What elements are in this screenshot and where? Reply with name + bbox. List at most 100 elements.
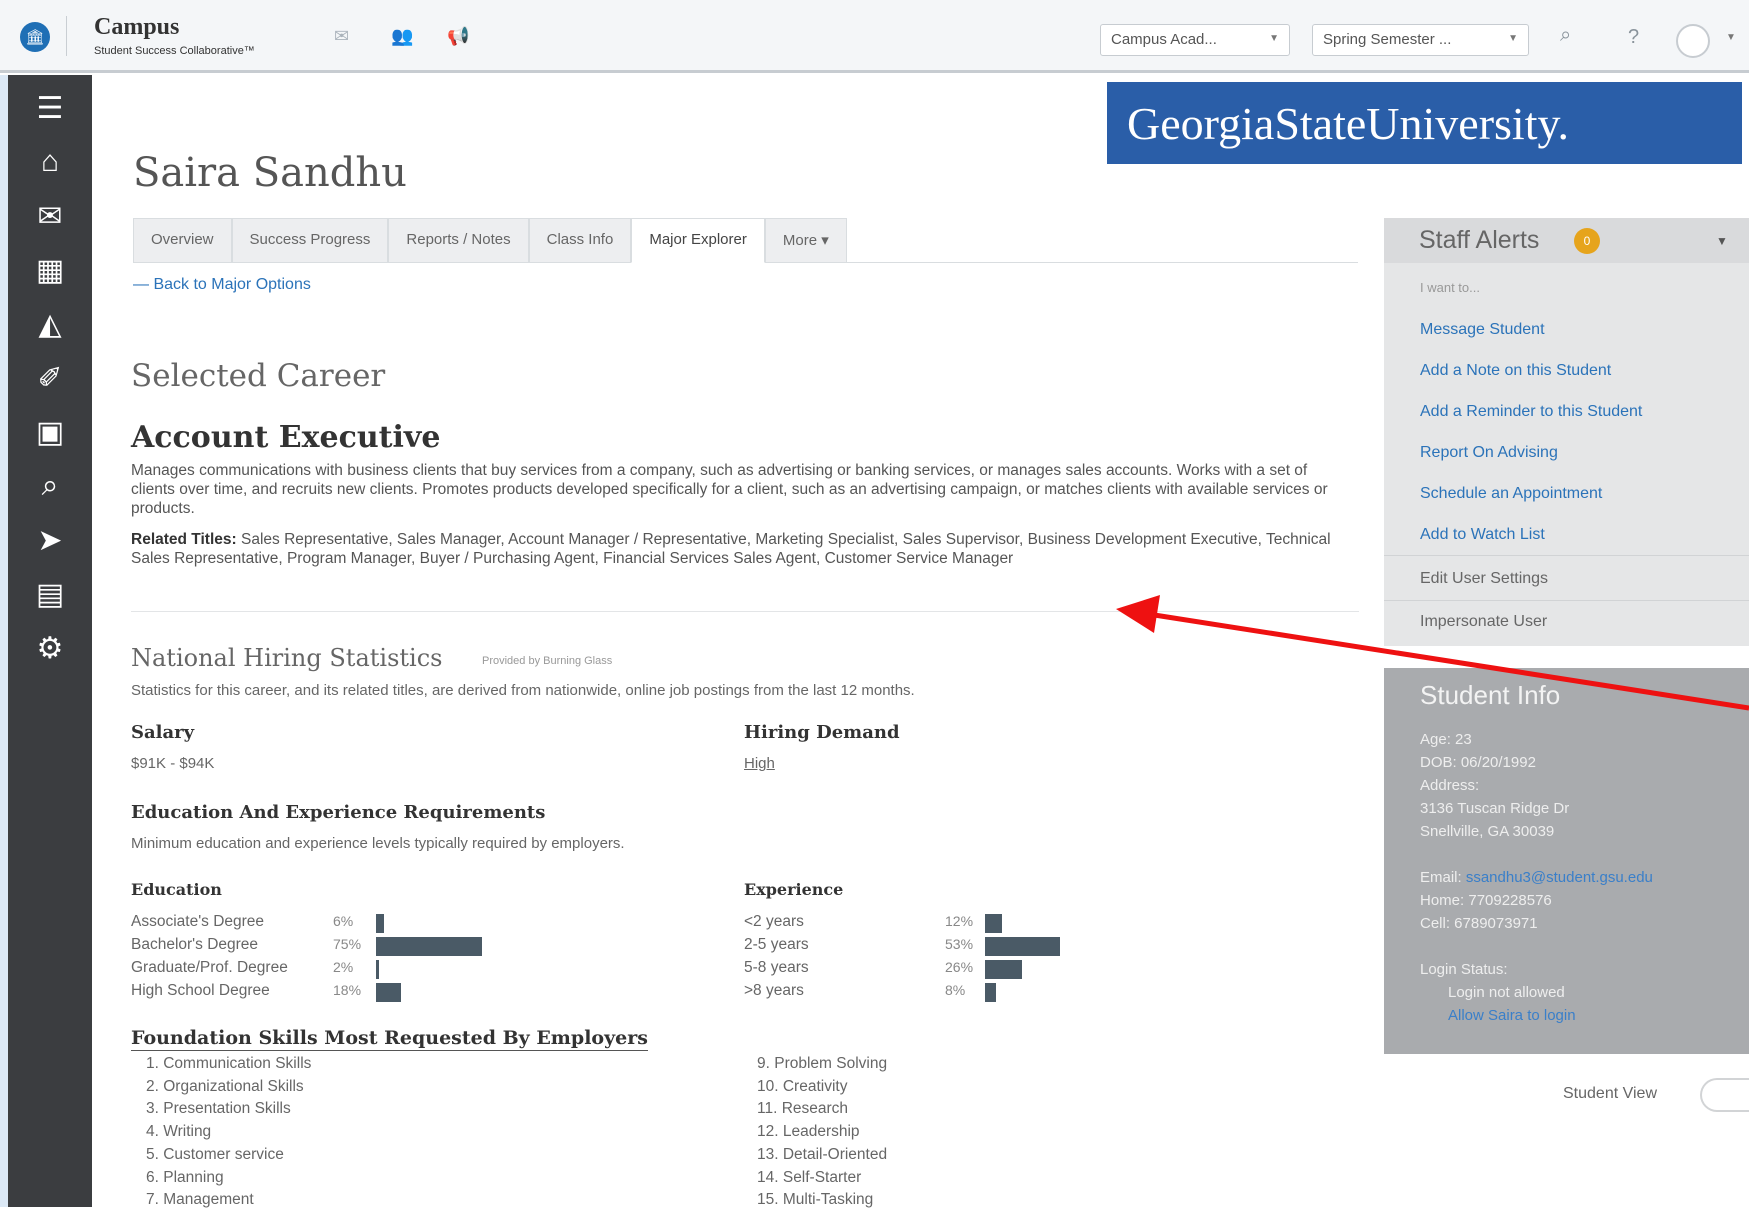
avatar[interactable] (1676, 24, 1710, 58)
list-icon[interactable]: ▤ (8, 569, 92, 619)
email-link[interactable]: ssandhu3@student.gsu.edu (1466, 869, 1653, 886)
tab-success-progress[interactable]: Success Progress (231, 218, 389, 262)
tab-bar: Overview Success Progress Reports / Note… (133, 218, 1358, 263)
chevron-down-icon[interactable]: ▼ (1716, 234, 1728, 248)
address-line-2: Snellville, GA 30039 (1420, 823, 1555, 840)
add-note-link[interactable]: Add a Note on this Student (1420, 362, 1611, 380)
add-reminder-link[interactable]: Add a Reminder to this Student (1420, 403, 1642, 421)
experience-label: Experience (744, 880, 844, 899)
chevron-down-icon[interactable]: ▼ (1726, 32, 1736, 43)
hiring-demand-label: Hiring Demand (744, 722, 900, 743)
related-titles-label: Related Titles: (131, 531, 237, 548)
login-status-label: Login Status: (1420, 961, 1508, 978)
book-icon[interactable]: ▣ (8, 407, 92, 457)
education-row-label: High School Degree (131, 982, 270, 999)
left-skill-item: 1. Communication Skills (146, 1055, 312, 1072)
term-select[interactable]: Spring Semester ... ▼ (1312, 24, 1529, 56)
mail-icon[interactable]: ✉ (334, 26, 349, 47)
tab-major-explorer[interactable]: Major Explorer (631, 218, 765, 263)
chevron-down-icon: ▼ (1269, 33, 1279, 44)
mail-icon[interactable]: ✉ (8, 191, 92, 241)
institution-select-value: Campus Acad... (1111, 31, 1217, 48)
divider (66, 16, 67, 56)
hiring-demand-value[interactable]: High (744, 755, 775, 772)
campus-logo-icon[interactable]: 🏛 (20, 22, 50, 52)
experience-row-label: 2-5 years (744, 936, 809, 953)
home-icon[interactable]: ⌂ (8, 137, 92, 187)
message-student-link[interactable]: Message Student (1420, 321, 1545, 339)
left-skill-item: 4. Writing (146, 1123, 212, 1141)
frame-edge (0, 75, 8, 1207)
tab-more[interactable]: More ▾ (764, 218, 847, 262)
tab-reports-notes[interactable]: Reports / Notes (388, 218, 529, 262)
login-status-value: Login not allowed (1448, 984, 1565, 1001)
education-bar (376, 960, 379, 979)
related-titles: Related Titles: Sales Representative, Sa… (131, 530, 1351, 568)
chevron-down-icon: ▼ (1508, 33, 1518, 44)
brand-subtitle: Student Success Collaborative™ (94, 45, 255, 57)
left-skill-item: 3. Presentation Skills (146, 1100, 291, 1118)
address-label: Address: (1420, 777, 1480, 794)
experience-row-percent: 8% (945, 982, 966, 998)
right-skill-item: 11. Research (757, 1100, 849, 1118)
student-email: Email: ssandhu3@student.gsu.edu (1420, 869, 1653, 886)
experience-row-percent: 26% (945, 959, 974, 975)
alerts-count-badge: 0 (1574, 228, 1600, 254)
add-to-watch-list-link[interactable]: Add to Watch List (1420, 526, 1545, 544)
experience-row-label: >8 years (744, 982, 804, 999)
career-title: Account Executive (131, 420, 441, 455)
experience-bar (985, 937, 1060, 956)
left-skill-item: 5. Customer service (146, 1145, 284, 1163)
report-on-advising-link[interactable]: Report On Advising (1420, 444, 1558, 462)
tab-overview[interactable]: Overview (133, 218, 232, 262)
education-row-percent: 18% (333, 982, 362, 998)
reports-icon[interactable]: ◭ (8, 299, 92, 349)
staff-alerts-panel: Staff Alerts 0 ▼ I want to... Message St… (1384, 218, 1749, 646)
brand-title: Campus (94, 14, 180, 40)
experience-row-label: 5-8 years (744, 959, 809, 976)
selected-career-heading: Selected Career (131, 358, 386, 394)
related-titles-text: Sales Representative, Sales Manager, Acc… (131, 531, 1331, 567)
gear-icon[interactable]: ⚙ (8, 623, 92, 673)
foundation-skills-heading: Foundation Skills Most Requested By Empl… (131, 1027, 648, 1051)
right-skill-item: 15. Multi-Tasking (757, 1191, 874, 1209)
help-icon[interactable]: ? (1628, 26, 1639, 49)
search-icon[interactable]: ⌕ (1560, 24, 1571, 47)
top-bar: 🏛 Campus Student Success Collaborative™ … (0, 0, 1749, 73)
allow-login-link[interactable]: Allow Saira to login (1448, 1007, 1576, 1024)
megaphone-icon[interactable]: 📢 (447, 26, 469, 47)
education-row-percent: 2% (333, 959, 354, 975)
experience-row-percent: 53% (945, 936, 974, 952)
tab-class-info[interactable]: Class Info (528, 218, 632, 262)
divider (1384, 600, 1749, 601)
institution-select[interactable]: Campus Acad... ▼ (1100, 24, 1290, 56)
student-view-toggle[interactable] (1700, 1078, 1749, 1112)
national-hiring-heading: National Hiring Statistics (131, 644, 443, 672)
right-skill-item: 14. Self-Starter (757, 1168, 862, 1186)
schedule-appointment-link[interactable]: Schedule an Appointment (1420, 485, 1602, 503)
annotation-arrow-head (1116, 595, 1160, 633)
people-icon[interactable]: 👥 (391, 26, 413, 47)
impersonate-user-link[interactable]: Impersonate User (1420, 613, 1547, 631)
education-row-percent: 6% (333, 913, 354, 929)
edit-user-settings-link[interactable]: Edit User Settings (1420, 570, 1548, 588)
right-skill-item: 12. Leadership (757, 1123, 860, 1141)
tag-icon[interactable]: ➤ (8, 515, 92, 565)
menu-icon[interactable]: ☰ (8, 83, 92, 133)
student-view-label: Student View (1563, 1085, 1657, 1102)
calendar-icon[interactable]: ▦ (8, 245, 92, 295)
divider (131, 611, 1359, 612)
pin-icon[interactable]: ✐ (8, 353, 92, 403)
left-skill-item: 7. Management (146, 1191, 254, 1209)
right-skill-item: 13. Detail-Oriented (757, 1145, 888, 1163)
experience-bar (985, 983, 997, 1002)
staff-alerts-header[interactable]: Staff Alerts 0 ▼ (1384, 218, 1749, 263)
divider (1384, 555, 1749, 556)
sidebar-nav: ☰ ⌂ ✉ ▦ ◭ ✐ ▣ ⌕ ➤ ▤ ⚙ (8, 75, 92, 1207)
career-description: Manages communications with business cli… (131, 462, 1328, 517)
email-label: Email: (1420, 869, 1466, 886)
back-to-major-options-link[interactable]: — Back to Major Options (133, 276, 311, 294)
student-info-panel: Student Info Age: 23 DOB: 06/20/1992 Add… (1384, 668, 1749, 1054)
i-want-to-label: I want to... (1420, 280, 1480, 295)
search-icon[interactable]: ⌕ (8, 461, 92, 511)
